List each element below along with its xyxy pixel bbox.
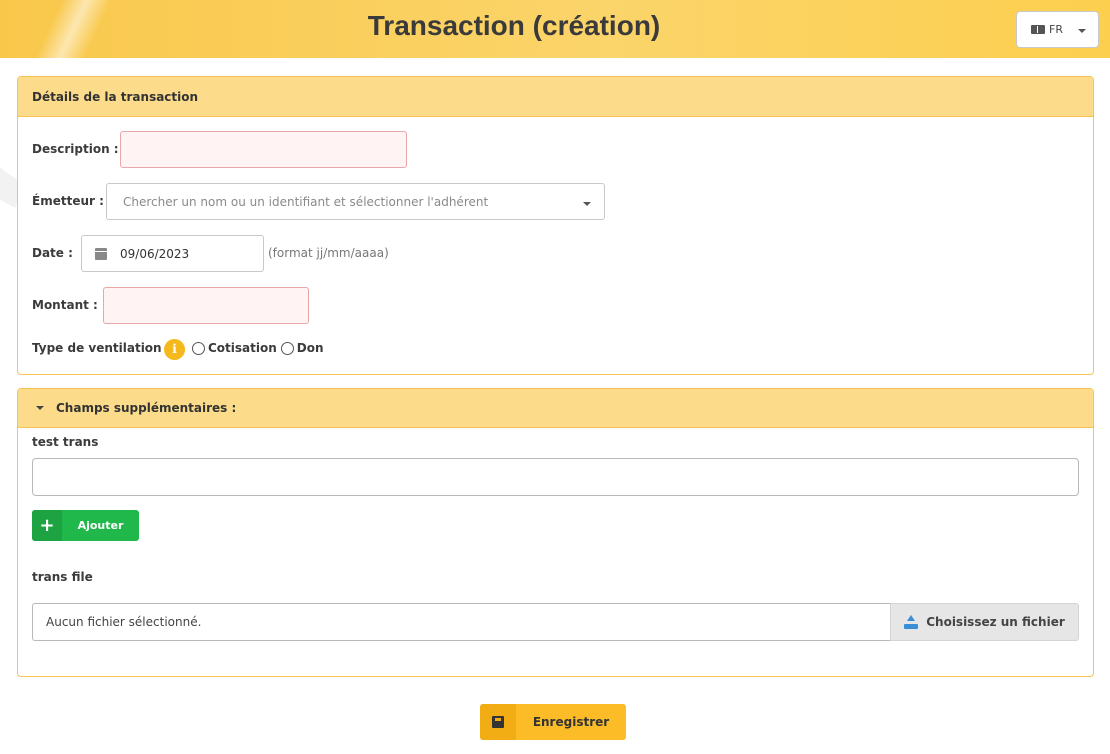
language-icon bbox=[1031, 25, 1045, 34]
header-bar: Transaction (création) FR bbox=[0, 0, 1110, 58]
choose-file-label: Choisissez un fichier bbox=[926, 615, 1065, 629]
description-label: Description : bbox=[32, 142, 119, 156]
file-status: Aucun fichier sélectionné. bbox=[32, 603, 890, 641]
upload-icon bbox=[904, 615, 919, 629]
save-button-label: Enregistrer bbox=[532, 715, 610, 729]
description-input[interactable] bbox=[120, 131, 407, 168]
page-title: Transaction (création) bbox=[367, 10, 661, 41]
info-icon[interactable]: i bbox=[164, 339, 185, 360]
radio-cotisation[interactable]: Cotisation bbox=[192, 341, 277, 355]
emitter-select[interactable]: Chercher un nom ou un identifiant et sél… bbox=[106, 183, 605, 220]
ventilation-label: Type de ventilation : bbox=[32, 341, 171, 355]
save-icon-wrap bbox=[480, 704, 516, 740]
choose-file-button[interactable]: Choisissez un fichier bbox=[890, 603, 1079, 641]
emitter-label: Émetteur : bbox=[32, 194, 104, 208]
add-button-label: Ajouter bbox=[77, 519, 124, 532]
save-button[interactable]: Enregistrer bbox=[480, 704, 626, 740]
date-label: Date : bbox=[32, 246, 73, 260]
radio-circle[interactable] bbox=[192, 341, 205, 355]
radio-circle[interactable] bbox=[280, 341, 294, 355]
add-button[interactable]: + Ajouter bbox=[32, 510, 139, 541]
language-label: FR bbox=[1049, 23, 1063, 36]
radio-don[interactable]: Don bbox=[280, 341, 324, 355]
calendar-icon bbox=[95, 247, 107, 260]
amount-label: Montant : bbox=[32, 298, 98, 312]
chevron-down-icon bbox=[583, 202, 591, 206]
amount-input[interactable] bbox=[103, 287, 309, 324]
trans-file-label: trans file bbox=[32, 570, 93, 584]
radio-label: Don bbox=[296, 341, 324, 355]
date-input[interactable]: 09/06/2023 bbox=[81, 235, 264, 272]
chevron-down-icon bbox=[1078, 29, 1086, 33]
panel-heading: Détails de la transaction bbox=[18, 77, 1093, 117]
panel-heading-toggle[interactable]: Champs supplémentaires : bbox=[18, 389, 1093, 428]
language-selector[interactable]: FR bbox=[1016, 11, 1099, 48]
test-trans-label: test trans bbox=[32, 435, 99, 449]
plus-icon: + bbox=[32, 510, 62, 541]
panel-heading: Champs supplémentaires : bbox=[56, 401, 237, 415]
file-input: Aucun fichier sélectionné. Choisissez un… bbox=[32, 603, 1079, 641]
radio-label: Cotisation bbox=[208, 341, 277, 355]
emitter-placeholder: Chercher un nom ou un identifiant et sél… bbox=[123, 194, 489, 209]
transaction-details-panel: Détails de la transaction bbox=[17, 76, 1094, 375]
chevron-down-icon bbox=[36, 406, 44, 410]
test-trans-input[interactable] bbox=[32, 458, 1079, 496]
date-value: 09/06/2023 bbox=[120, 246, 190, 261]
floppy-disk-icon bbox=[492, 716, 504, 728]
ventilation-radio-group: Cotisation Don bbox=[192, 341, 328, 355]
date-format-hint: (format jj/mm/aaaa) bbox=[268, 246, 389, 260]
